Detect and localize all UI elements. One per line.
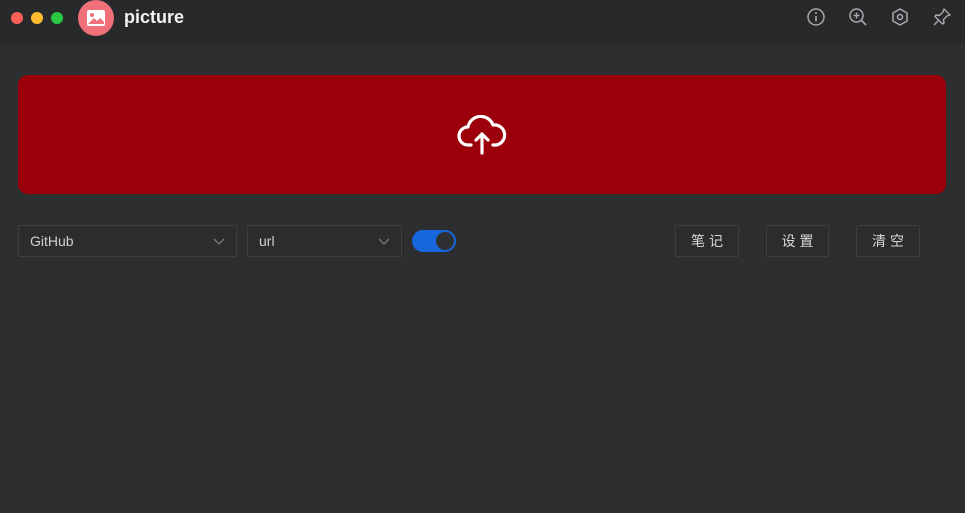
app-title: picture [124,7,185,27]
cloud-upload-icon [457,114,507,155]
zoom-in-icon[interactable] [848,7,868,27]
image-icon [87,10,105,26]
settings-button[interactable]: 设置 [766,225,829,257]
source-select[interactable]: GitHub [18,225,237,257]
pin-icon[interactable] [932,7,952,27]
chevron-down-icon [213,238,225,245]
title-bar: picture [0,0,965,44]
window-maximize-button[interactable] [51,12,63,24]
chevron-down-icon [378,238,390,245]
info-icon[interactable] [806,7,826,27]
toggle-knob [436,232,454,250]
clear-button[interactable]: 清空 [856,225,920,257]
format-select-value: url [259,233,275,249]
window-close-button[interactable] [11,12,23,24]
toggle-switch[interactable] [412,230,456,252]
source-select-value: GitHub [30,233,74,249]
format-select[interactable]: url [247,225,402,257]
window-minimize-button[interactable] [31,12,43,24]
app-logo [78,0,114,36]
notes-button[interactable]: 笔记 [675,225,739,257]
settings-hex-icon[interactable] [890,7,910,27]
upload-dropzone[interactable] [18,75,946,194]
